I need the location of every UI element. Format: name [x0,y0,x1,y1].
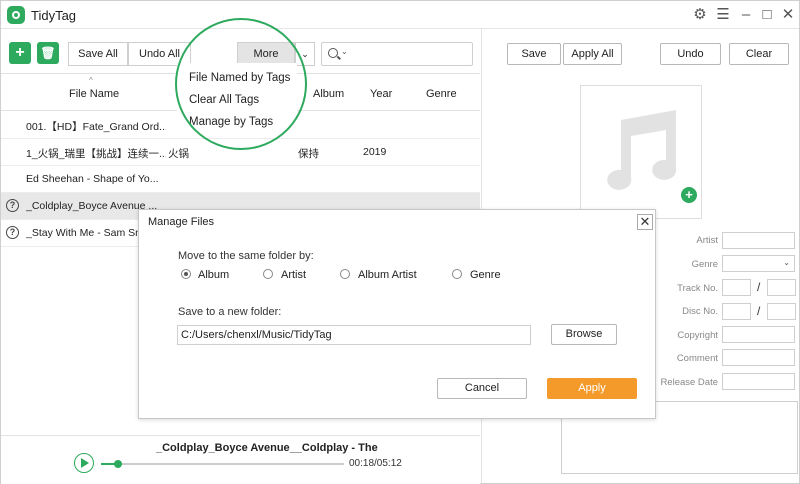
app-title: TidyTag [31,8,77,23]
column-album[interactable]: Album [313,88,344,100]
table-row[interactable]: Ed Sheehan - Shape of Yo... [1,166,480,193]
add-art-icon[interactable]: + [681,187,697,203]
play-icon[interactable] [74,453,94,473]
manage-files-dialog: Manage Files ✕ Move to the same folder b… [138,209,656,419]
clear-button[interactable]: Clear [729,43,789,65]
chevron-down-icon: ⌄ [783,258,790,267]
close-icon[interactable]: ✕ [778,5,798,25]
album-cell: 保持 [298,148,319,160]
track-total-field[interactable] [767,279,796,296]
radio-genre[interactable] [452,269,462,279]
genre-select[interactable]: ⌄ [722,255,795,272]
menu-item-manage-by-tags[interactable]: Manage by Tags [189,116,273,128]
copyright-field[interactable] [722,326,795,343]
apply-all-button[interactable]: Apply All [563,43,622,65]
track-slash: / [757,280,761,294]
year-cell: 2019 [363,146,387,158]
column-file-name[interactable]: File Name [69,88,119,100]
browse-button[interactable]: Browse [551,324,617,345]
close-icon[interactable]: ✕ [637,214,653,230]
delete-icon[interactable]: 🗑 [37,42,59,64]
undo-button[interactable]: Undo [660,43,721,65]
playback-time: 00:18/05:12 [349,458,402,469]
gear-icon[interactable]: ⚙ [690,5,710,25]
track-no-field[interactable] [722,279,751,296]
radio-artist[interactable] [263,269,273,279]
player-bar: _Coldplay_Boyce Avenue__Coldplay - The 0… [1,435,480,484]
column-year[interactable]: Year [370,88,392,100]
apply-button[interactable]: Apply [547,378,637,399]
save-all-button[interactable]: Save All [68,42,128,66]
now-playing-title: _Coldplay_Boyce Avenue__Coldplay - The [156,442,378,454]
disc-total-field[interactable] [767,303,796,320]
radio-album-artist-label[interactable]: Album Artist [358,269,417,281]
artist-cell: 火锅 [168,148,189,160]
radio-artist-label[interactable]: Artist [281,269,306,281]
chevron-down-icon[interactable]: ⌄ [295,42,315,66]
release-date-field[interactable] [722,373,795,390]
file-name-cell: 001.【HD】Fate_Grand Ord... [26,121,166,133]
file-name-cell: 1_火锅_瑞里【挑战】连续一... [26,148,166,160]
album-art[interactable]: + [580,85,702,219]
radio-album[interactable] [181,269,191,279]
title-bar: TidyTag ⚙ ☰ – □ ✕ [1,1,799,29]
save-folder-label: Save to a new folder: [178,306,282,318]
radio-album-artist[interactable] [340,269,350,279]
move-label: Move to the same folder by: [178,250,314,262]
chevron-down-icon: ⌄ [341,47,348,56]
table-row[interactable]: 1_火锅_瑞里【挑战】连续一... 火锅 保持 2019 [1,139,480,166]
progress-knob[interactable] [114,460,122,468]
tidytag-logo-icon [7,6,25,24]
radio-genre-label[interactable]: Genre [470,269,501,281]
minimize-icon[interactable]: – [736,5,756,25]
sort-arrow-icon: ^ [89,76,93,85]
disc-no-field[interactable] [722,303,751,320]
file-name-cell: Ed Sheehan - Shape of Yo... [26,173,159,185]
menu-item-file-named-by-tags[interactable]: File Named by Tags [189,72,290,84]
cancel-button[interactable]: Cancel [437,378,527,399]
app-window: TidyTag ⚙ ☰ – □ ✕ + 🗑 Save All Undo All … [0,0,800,484]
maximize-icon[interactable]: □ [757,5,777,25]
save-button[interactable]: Save [507,43,561,65]
disc-slash: / [757,304,761,318]
folder-path-input[interactable]: C:/Users/chenxl/Music/TidyTag [177,325,531,345]
radio-album-label[interactable]: Album [198,269,229,281]
dialog-title: Manage Files [148,216,215,228]
menu-icon[interactable]: ☰ [713,5,733,25]
question-icon: ? [6,199,19,212]
more-dropdown-menu: File Named by Tags Clear All Tags Manage… [177,63,297,135]
column-genre[interactable]: Genre [426,88,457,100]
add-icon[interactable]: + [9,42,31,64]
search-input[interactable]: ⌄ [321,42,473,66]
question-icon: ? [6,226,19,239]
search-icon [328,48,338,58]
progress-track[interactable] [101,463,344,465]
artist-field[interactable] [722,232,795,249]
comment-field[interactable] [722,349,795,366]
menu-item-clear-all-tags[interactable]: Clear All Tags [189,94,259,106]
